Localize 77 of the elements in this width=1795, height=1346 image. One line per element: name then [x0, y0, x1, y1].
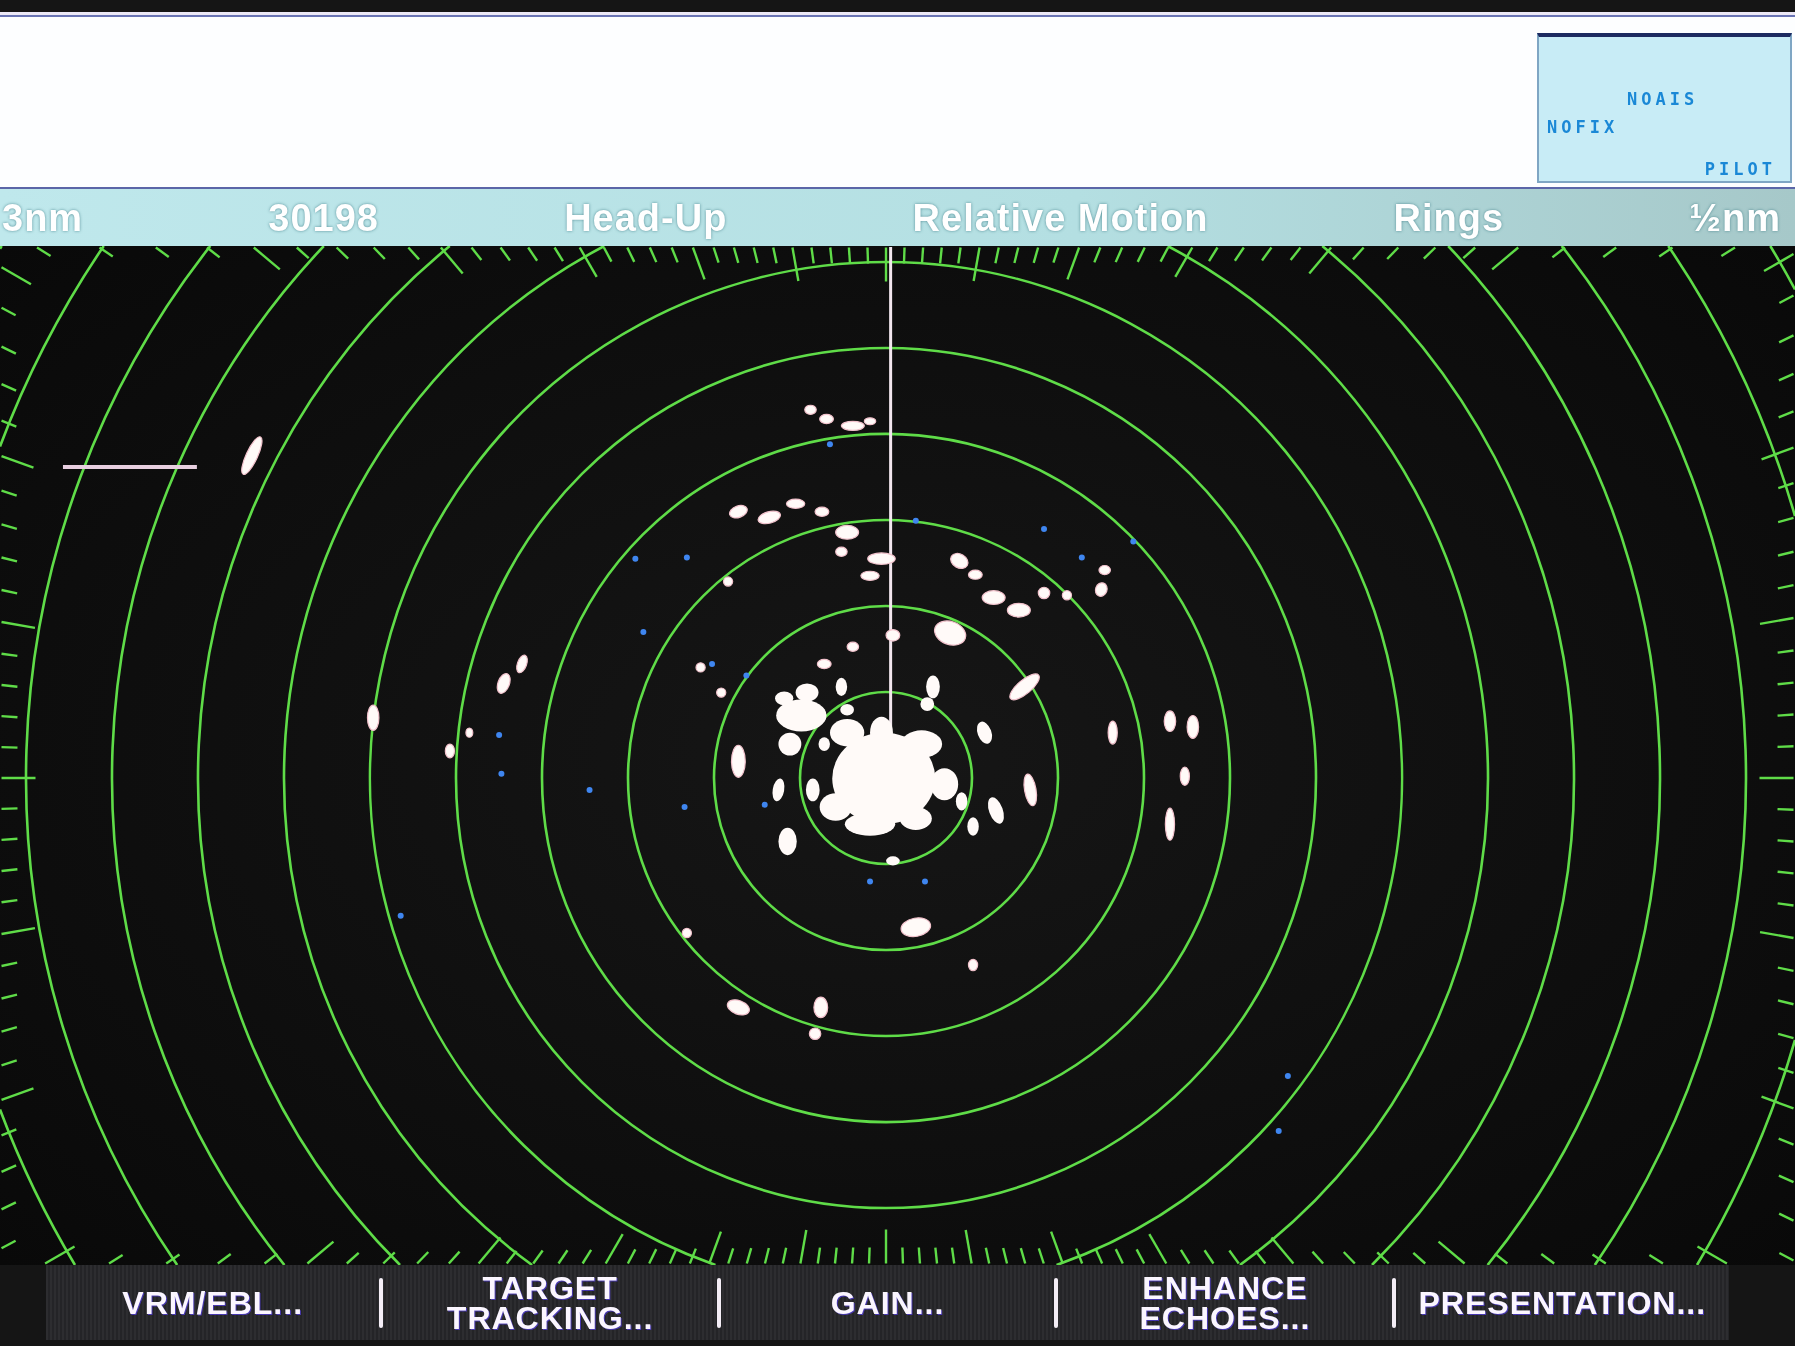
- echo-dot: [912, 517, 919, 524]
- echo-dot: [743, 672, 750, 679]
- radar-echo: [1179, 766, 1190, 786]
- radar-echo: [816, 658, 832, 670]
- radar-echo: [835, 524, 860, 540]
- indicator-label: PILOT: [1704, 159, 1776, 179]
- radar-echo: [726, 999, 750, 1016]
- radar-echo: [835, 546, 848, 557]
- echo-dot: [681, 804, 688, 811]
- radar-echo: [1037, 586, 1051, 600]
- radar-echo: [1098, 564, 1111, 576]
- echo-dot: [1130, 538, 1137, 545]
- radar-echo: [885, 629, 901, 642]
- echo-dot: [867, 878, 874, 885]
- radar-echo: [716, 687, 727, 698]
- echo-dot: [761, 801, 768, 808]
- range-readout: 3nm: [2, 195, 84, 240]
- radar-echo: [516, 654, 528, 674]
- radar-echo: [867, 552, 896, 565]
- radar-echo: [444, 743, 456, 759]
- echo-dot: [1275, 1128, 1282, 1135]
- radar-echo: [900, 917, 932, 938]
- echo-dot: [1284, 1073, 1291, 1080]
- radar-echo: [681, 927, 693, 939]
- radar-echo: [860, 570, 880, 581]
- echo-dot: [586, 786, 593, 793]
- echo-dot: [921, 878, 928, 885]
- softkey-button[interactable]: GAIN...: [720, 1265, 1055, 1340]
- echo-dot: [397, 912, 404, 919]
- radar-echo: [465, 727, 474, 738]
- indicator-label: NOFIX: [1547, 117, 1619, 137]
- radar-echo: [722, 576, 734, 587]
- ring-interval-readout: ½nm: [1689, 195, 1781, 240]
- echo-dot: [683, 554, 690, 561]
- echo-dot: [632, 555, 639, 562]
- rings-label: Rings: [1393, 195, 1505, 240]
- softkey-button[interactable]: PRESENTATION...: [1395, 1265, 1730, 1340]
- echo-dot: [1078, 554, 1085, 561]
- orientation-label: Head-Up: [564, 195, 728, 240]
- softkey-button[interactable]: VRM/EBL...: [46, 1265, 380, 1340]
- echo-dot: [826, 441, 833, 448]
- radar-echo: [366, 704, 380, 731]
- radar-echo: [814, 506, 830, 517]
- radar-echo: [1163, 710, 1177, 733]
- motion-mode-label: Relative Motion: [912, 195, 1209, 240]
- radar-echo: [728, 504, 748, 519]
- radar-echo: [967, 958, 979, 972]
- radar-echo: [813, 996, 829, 1019]
- radar-echo: [1186, 714, 1200, 739]
- radar-echo: [496, 672, 511, 694]
- echo-dot: [640, 628, 647, 635]
- softkey-button[interactable]: TARGET TRACKING...: [383, 1265, 717, 1340]
- radar-echo: [757, 510, 782, 525]
- radar-echo: [808, 1027, 822, 1041]
- radar-echo: [695, 662, 706, 673]
- radar-echo: [1009, 673, 1040, 701]
- radar-echo: [241, 436, 263, 476]
- radar-echo: [1107, 720, 1118, 745]
- radar-echo: [981, 590, 1006, 606]
- status-readout: 30198: [268, 195, 379, 240]
- radar-echo: [1023, 773, 1038, 807]
- radar-echo: [785, 498, 806, 509]
- radar-echo: [730, 744, 746, 778]
- radar-echo: [1006, 602, 1031, 618]
- radar-echo: [1094, 582, 1108, 597]
- echo-dot: [496, 731, 503, 738]
- radar-echo: [819, 413, 834, 425]
- radar-echo: [1164, 807, 1176, 841]
- radar-echo: [804, 404, 817, 415]
- echo-dot: [709, 660, 716, 667]
- radar-echo: [1061, 590, 1073, 601]
- echo-dot: [498, 770, 505, 777]
- radar-echo: [934, 620, 967, 646]
- echo-dot: [1041, 525, 1048, 532]
- radar-echo: [846, 641, 860, 652]
- softkey-button[interactable]: ENHANCE ECHOES...: [1058, 1265, 1392, 1340]
- indicator-label: NOAIS: [1627, 89, 1699, 109]
